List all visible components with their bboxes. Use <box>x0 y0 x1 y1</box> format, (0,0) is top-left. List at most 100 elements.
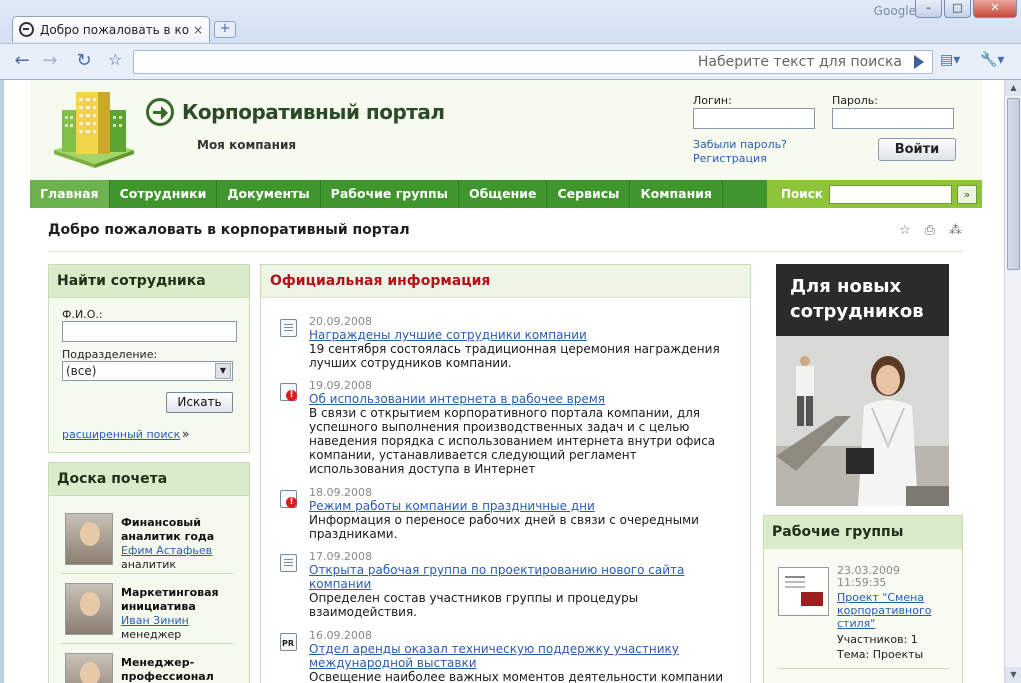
page-viewport: Корпоративный портал Моя компания Логин:… <box>0 80 1021 683</box>
nav-search-button[interactable]: » <box>956 184 977 204</box>
nav-search: Поиск » <box>767 180 982 208</box>
dropdown-arrow-icon[interactable]: ▼ <box>215 363 231 379</box>
news-link[interactable]: Режим работы компании в праздничные дни <box>309 499 734 513</box>
honor-board-title: Доска почета <box>49 463 249 496</box>
new-employees-banner[interactable]: Для новых сотрудников <box>776 264 949 506</box>
list-item: Менеджер-профессионал <box>61 649 233 683</box>
news-link[interactable]: Открыта рабочая группа по проектированию… <box>309 563 734 591</box>
work-groups-panel: Рабочие группы 23.03.2009 11:59:35 Проек… <box>763 515 963 683</box>
reload-icon[interactable]: ↻ <box>72 50 96 72</box>
nav-item-services[interactable]: Сервисы <box>547 180 631 208</box>
bookmark-star-icon[interactable]: ☆ <box>108 50 122 69</box>
news-link[interactable]: Награждены лучшие сотрудники компании <box>309 328 734 342</box>
honor-title: Финансовый аналитик года <box>121 516 215 543</box>
sitemap-icon[interactable]: ⁂ <box>949 223 962 238</box>
page-menu-icon[interactable]: ▤▾ <box>940 52 960 68</box>
wrench-icon[interactable]: 🔧▾ <box>980 52 1004 68</box>
new-tab-button[interactable]: + <box>214 21 236 38</box>
nav-item-employees[interactable]: Сотрудники <box>110 180 218 208</box>
advanced-search-link[interactable]: расширенный поиск <box>62 428 180 441</box>
department-select[interactable]: (все) ▼ <box>62 361 233 381</box>
register-link[interactable]: Регистрация <box>693 152 767 165</box>
building-logo-icon <box>54 92 134 168</box>
tab-close-icon[interactable]: × <box>193 23 203 37</box>
workgroup-thumbnail[interactable] <box>778 567 829 616</box>
maximize-button[interactable]: □ <box>944 0 971 18</box>
avatar[interactable] <box>65 653 113 683</box>
login-button[interactable]: Войти <box>878 138 956 161</box>
honor-role: менеджер <box>121 628 182 641</box>
honor-name-link[interactable]: Иван Зинин <box>121 614 189 627</box>
portal-title[interactable]: Корпоративный портал <box>146 98 445 126</box>
address-bar-placeholder: Наберите текст для поиска <box>697 54 902 70</box>
news-date: 20.09.2008 <box>309 315 372 328</box>
nav-item-workgroups[interactable]: Рабочие группы <box>321 180 459 208</box>
browser-toolbar: ← → ↻ ☆ Наберите текст для поиска ▤▾ 🔧▾ <box>0 43 1021 79</box>
workgroup-topic: Тема: Проекты <box>837 648 924 661</box>
scrollbar-thumb[interactable] <box>1007 98 1020 270</box>
honor-title: Менеджер-профессионал <box>121 656 214 683</box>
nav-item-communication[interactable]: Общение <box>459 180 548 208</box>
avatar[interactable] <box>65 583 113 635</box>
vertical-scrollbar[interactable]: ▲ ▼ <box>1004 80 1021 683</box>
honor-name-link[interactable]: Ефим Астафьев <box>121 544 212 557</box>
portal-name: Корпоративный портал <box>182 100 445 124</box>
nav-search-input[interactable] <box>828 184 952 204</box>
favorite-star-icon[interactable]: ☆ <box>899 223 911 238</box>
news-date: 17.09.2008 <box>309 550 372 563</box>
official-info-panel: Официальная информация 20.09.2008 Награж… <box>260 264 751 683</box>
alert-icon <box>280 383 297 401</box>
nav-search-label: Поиск <box>781 187 823 201</box>
fio-label: Ф.И.О.: <box>62 308 103 321</box>
company-name: Моя компания <box>197 138 297 152</box>
advanced-search-raquo: » <box>182 427 190 441</box>
honor-title: Маркетинговая инициатива <box>121 586 219 613</box>
find-employee-title: Найти сотрудника <box>49 265 249 298</box>
close-window-button[interactable]: ✕ <box>973 0 1017 18</box>
browser-tab[interactable]: Добро пожаловать в ко... × <box>12 16 210 42</box>
login-label: Логин: <box>693 94 732 107</box>
find-button[interactable]: Искать <box>166 392 233 413</box>
scroll-down-icon[interactable]: ▼ <box>1005 667 1021 683</box>
main-nav: Главная Сотрудники Документы Рабочие гру… <box>30 180 982 208</box>
news-link[interactable]: Отдел аренды оказал техническую поддержк… <box>309 642 734 670</box>
back-icon[interactable]: ← <box>10 50 34 72</box>
forward-icon[interactable]: → <box>38 50 62 72</box>
nav-item-company[interactable]: Компания <box>630 180 723 208</box>
forgot-password-link[interactable]: Забыли пароль? <box>693 138 787 151</box>
news-text: Информация о переносе рабочих дней в свя… <box>309 513 699 541</box>
fio-input[interactable] <box>62 321 237 342</box>
go-icon[interactable] <box>914 55 924 69</box>
page-title: Добро пожаловать в корпоративный портал <box>48 222 410 238</box>
work-groups-title: Рабочие группы <box>764 516 962 549</box>
nav-item-home[interactable]: Главная <box>30 180 110 208</box>
department-label: Подразделение: <box>62 348 158 361</box>
password-input[interactable] <box>832 108 954 129</box>
honor-role: аналитик <box>121 558 177 571</box>
address-bar[interactable]: Наберите текст для поиска <box>133 50 933 74</box>
list-item: Маркетинговая инициатива Иван Зинин мене… <box>61 579 233 644</box>
window-controls: – □ ✕ <box>915 0 1017 18</box>
scroll-up-icon[interactable]: ▲ <box>1005 80 1021 96</box>
page-tools: ☆ ⎙ ⁂ <box>899 223 962 238</box>
favicon-icon <box>19 22 34 37</box>
news-text: В связи с открытием корпоративного порта… <box>309 406 716 476</box>
document-icon <box>280 554 297 572</box>
print-icon[interactable]: ⎙ <box>925 223 935 238</box>
list-item: Финансовый аналитик года Ефим Астафьев а… <box>61 509 233 574</box>
workgroup-link[interactable]: Проект "Смена корпоративного стиля" <box>837 591 947 630</box>
workgroup-members: Участников: 1 <box>837 633 918 646</box>
login-input[interactable] <box>693 108 815 129</box>
office-photo <box>776 336 949 506</box>
tab-title: Добро пожаловать в ко... <box>40 22 189 37</box>
news-date: 16.09.2008 <box>309 629 372 642</box>
alert-icon <box>280 490 297 508</box>
find-employee-panel: Найти сотрудника Ф.И.О.: Подразделение: … <box>48 264 250 453</box>
news-link[interactable]: Об использовании интернета в рабочее вре… <box>309 392 734 406</box>
portal-page: Корпоративный портал Моя компания Логин:… <box>30 80 982 683</box>
arrow-circle-icon <box>146 98 174 126</box>
password-label: Пароль: <box>832 94 878 107</box>
nav-item-documents[interactable]: Документы <box>217 180 321 208</box>
minimize-button[interactable]: – <box>915 0 942 18</box>
avatar[interactable] <box>65 513 113 565</box>
